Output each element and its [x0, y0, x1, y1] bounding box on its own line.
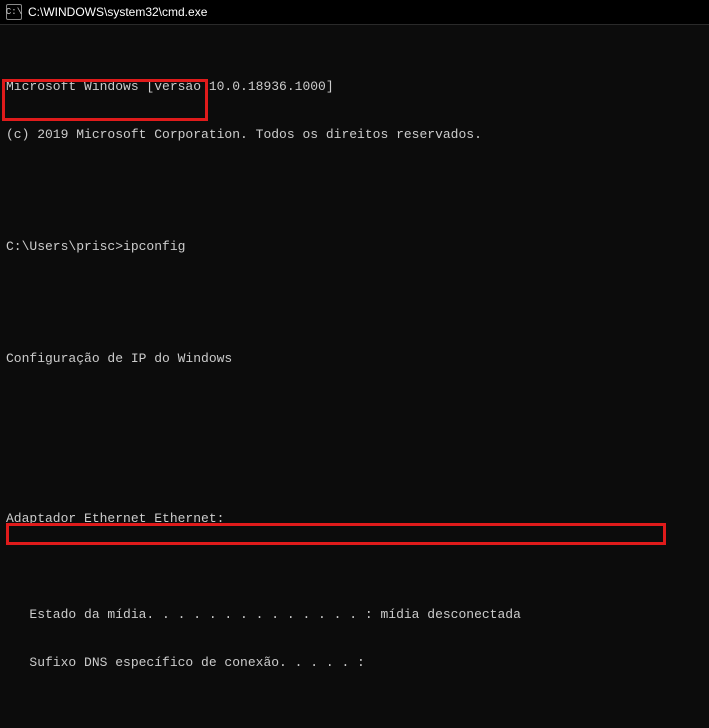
blank-line	[4, 175, 705, 191]
media-state-line: Estado da mídia. . . . . . . . . . . . .…	[4, 607, 705, 623]
prompt-path: C:\Users\prisc>	[6, 239, 123, 254]
blank-line	[4, 447, 705, 463]
copyright-line: (c) 2019 Microsoft Corporation. Todos os…	[4, 127, 705, 143]
cmd-icon: C:\	[6, 4, 22, 20]
blank-line	[4, 399, 705, 415]
prompt-command: ipconfig	[123, 239, 185, 254]
window-titlebar[interactable]: C:\ C:\WINDOWS\system32\cmd.exe	[0, 0, 709, 25]
blank-line	[4, 703, 705, 719]
dns-suffix-line: Sufixo DNS específico de conexão. . . . …	[4, 655, 705, 671]
version-line: Microsoft Windows [versão 10.0.18936.100…	[4, 79, 705, 95]
adapter-header-ethernet1: Adaptador Ethernet Ethernet:	[4, 511, 705, 527]
ipconfig-header: Configuração de IP do Windows	[4, 351, 705, 367]
prompt-line-1: C:\Users\prisc>ipconfig	[4, 239, 705, 255]
terminal-output[interactable]: Microsoft Windows [versão 10.0.18936.100…	[0, 25, 709, 728]
blank-line	[4, 559, 705, 575]
blank-line	[4, 287, 705, 303]
window-title: C:\WINDOWS\system32\cmd.exe	[28, 5, 207, 19]
